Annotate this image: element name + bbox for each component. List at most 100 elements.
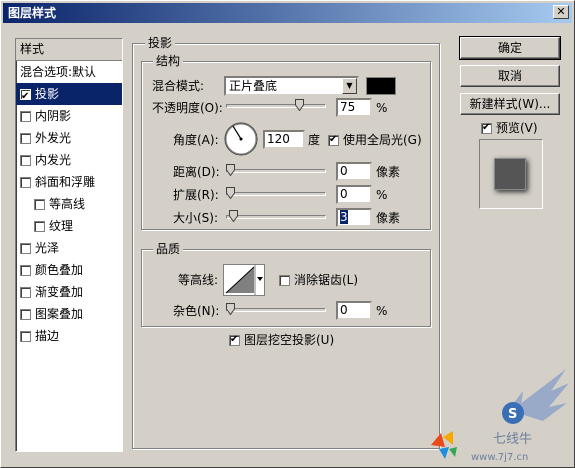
distance-unit: 像素 <box>376 165 401 179</box>
use-global-light-label: 使用全局光(G) <box>343 133 422 147</box>
knockout-checkbox[interactable]: 图层挖空投影(U) <box>229 332 334 348</box>
noise-slider-thumb[interactable] <box>226 303 235 315</box>
style-item[interactable]: 斜面和浮雕 <box>16 171 122 193</box>
size-slider[interactable] <box>226 210 326 224</box>
style-item[interactable]: 内阴影 <box>16 105 122 127</box>
size-input[interactable]: 3 <box>336 208 372 227</box>
style-item-label: 外发光 <box>35 131 72 145</box>
blend-mode-value: 正片叠底 <box>229 79 278 93</box>
angle-dial[interactable] <box>223 121 259 157</box>
checkbox-icon[interactable] <box>229 332 240 348</box>
chevron-down-icon[interactable]: ▼ <box>342 78 357 94</box>
svg-text:S: S <box>508 407 517 422</box>
styles-list-header[interactable]: 样式 <box>16 39 122 61</box>
blend-mode-select[interactable]: 正片叠底 ▼ <box>224 76 359 96</box>
checkbox-icon[interactable] <box>20 132 31 144</box>
style-item[interactable]: 混合选项:默认 <box>16 61 122 83</box>
checkbox-icon[interactable] <box>20 110 31 122</box>
cancel-button[interactable]: 取消 <box>460 65 560 87</box>
style-item[interactable]: 内发光 <box>16 149 122 171</box>
size-label: 大小(S): <box>173 211 219 225</box>
checkbox-icon[interactable] <box>481 120 492 136</box>
distance-slider[interactable] <box>226 164 326 178</box>
style-item-label: 纹理 <box>49 219 74 233</box>
spread-input[interactable]: 0 <box>336 185 372 204</box>
anti-alias-label: 消除锯齿(L) <box>294 273 359 287</box>
contour-preview-icon <box>225 265 263 295</box>
checkbox-icon[interactable] <box>20 330 31 342</box>
style-preview <box>479 139 543 209</box>
checkbox-icon[interactable] <box>279 274 290 286</box>
watermark-text: 七线牛 <box>493 432 532 447</box>
checkbox-icon[interactable] <box>34 220 45 232</box>
style-item-label: 斜面和浮雕 <box>35 175 96 189</box>
preview-label: 预览(V) <box>496 121 538 135</box>
anti-alias-checkbox[interactable]: 消除锯齿(L) <box>279 272 358 288</box>
checkbox-icon[interactable] <box>34 198 45 210</box>
layer-style-dialog: 图层样式 ✕ 样式 混合选项:默认投影内阴影外发光内发光斜面和浮雕等高线纹理光泽… <box>0 0 575 468</box>
opacity-unit: % <box>376 101 388 115</box>
blend-mode-label: 混合模式: <box>152 79 205 93</box>
style-item[interactable]: 颜色叠加 <box>16 259 122 281</box>
opacity-slider-thumb[interactable] <box>295 99 304 111</box>
checkbox-icon[interactable] <box>20 176 31 188</box>
contour-picker[interactable] <box>223 264 265 296</box>
noise-input[interactable]: 0 <box>336 301 372 320</box>
style-item[interactable]: 渐变叠加 <box>16 281 122 303</box>
opacity-label: 不透明度(O): <box>152 101 223 115</box>
checkbox-icon[interactable] <box>20 286 31 298</box>
noise-label: 杂色(N): <box>173 304 220 318</box>
distance-input[interactable]: 0 <box>336 162 372 181</box>
style-item[interactable]: 纹理 <box>16 215 122 237</box>
style-item[interactable]: 外发光 <box>16 127 122 149</box>
checkbox-icon[interactable] <box>328 132 339 148</box>
distance-label: 距离(D): <box>173 165 220 179</box>
distance-slider-thumb[interactable] <box>226 164 235 176</box>
styles-list: 样式 混合选项:默认投影内阴影外发光内发光斜面和浮雕等高线纹理光泽颜色叠加渐变叠… <box>15 38 123 452</box>
preview-checkbox[interactable]: 预览(V) <box>481 120 538 136</box>
opacity-slider[interactable] <box>226 99 326 113</box>
style-item[interactable]: 图案叠加 <box>16 303 122 325</box>
ok-button[interactable]: 确定 <box>459 36 561 60</box>
opacity-input[interactable]: 75 <box>336 98 372 117</box>
noise-slider[interactable] <box>226 303 326 317</box>
spread-slider-thumb[interactable] <box>226 187 235 199</box>
quality-group-title: 品质 <box>153 242 184 256</box>
checkbox-icon[interactable] <box>20 242 31 254</box>
size-unit: 像素 <box>376 211 401 225</box>
size-slider-track <box>226 215 326 219</box>
checkbox-icon[interactable] <box>20 308 31 320</box>
watermark-logo: S 七线牛 www.7j7.cn <box>431 369 569 463</box>
close-icon[interactable]: ✕ <box>553 5 569 19</box>
style-item[interactable]: 光泽 <box>16 237 122 259</box>
style-item[interactable]: 等高线 <box>16 193 122 215</box>
shadow-color-swatch[interactable] <box>366 77 396 95</box>
noise-slider-track <box>226 308 326 312</box>
title-bar: 图层样式 ✕ <box>3 3 572 23</box>
watermark-url: www.7j7.cn <box>471 452 528 463</box>
spread-slider-track <box>226 192 326 196</box>
spread-slider[interactable] <box>226 187 326 201</box>
style-item[interactable]: 投影 <box>16 83 122 108</box>
spread-unit: % <box>376 188 388 202</box>
angle-input[interactable]: 120 <box>263 130 305 149</box>
angle-unit: 度 <box>308 133 321 147</box>
structure-group-title: 结构 <box>153 54 184 68</box>
knockout-label: 图层挖空投影(U) <box>244 333 335 347</box>
style-item[interactable]: 描边 <box>16 325 122 347</box>
spread-label: 扩展(R): <box>173 188 219 202</box>
size-slider-thumb[interactable] <box>228 210 238 222</box>
distance-slider-track <box>226 169 326 173</box>
new-style-button[interactable]: 新建样式(W)... <box>460 93 560 115</box>
use-global-light-checkbox[interactable]: 使用全局光(G) <box>328 132 422 148</box>
checkbox-icon[interactable] <box>20 154 31 166</box>
style-item-label: 混合选项:默认 <box>20 65 97 79</box>
style-item-label: 颜色叠加 <box>35 263 84 277</box>
opacity-slider-track <box>226 104 326 108</box>
size-value: 3 <box>340 210 348 224</box>
checkbox-icon[interactable] <box>20 264 31 276</box>
style-item-label: 光泽 <box>35 241 60 255</box>
style-item-label: 投影 <box>35 87 60 101</box>
style-item-label: 图案叠加 <box>35 307 84 321</box>
checkbox-icon[interactable] <box>20 86 31 108</box>
